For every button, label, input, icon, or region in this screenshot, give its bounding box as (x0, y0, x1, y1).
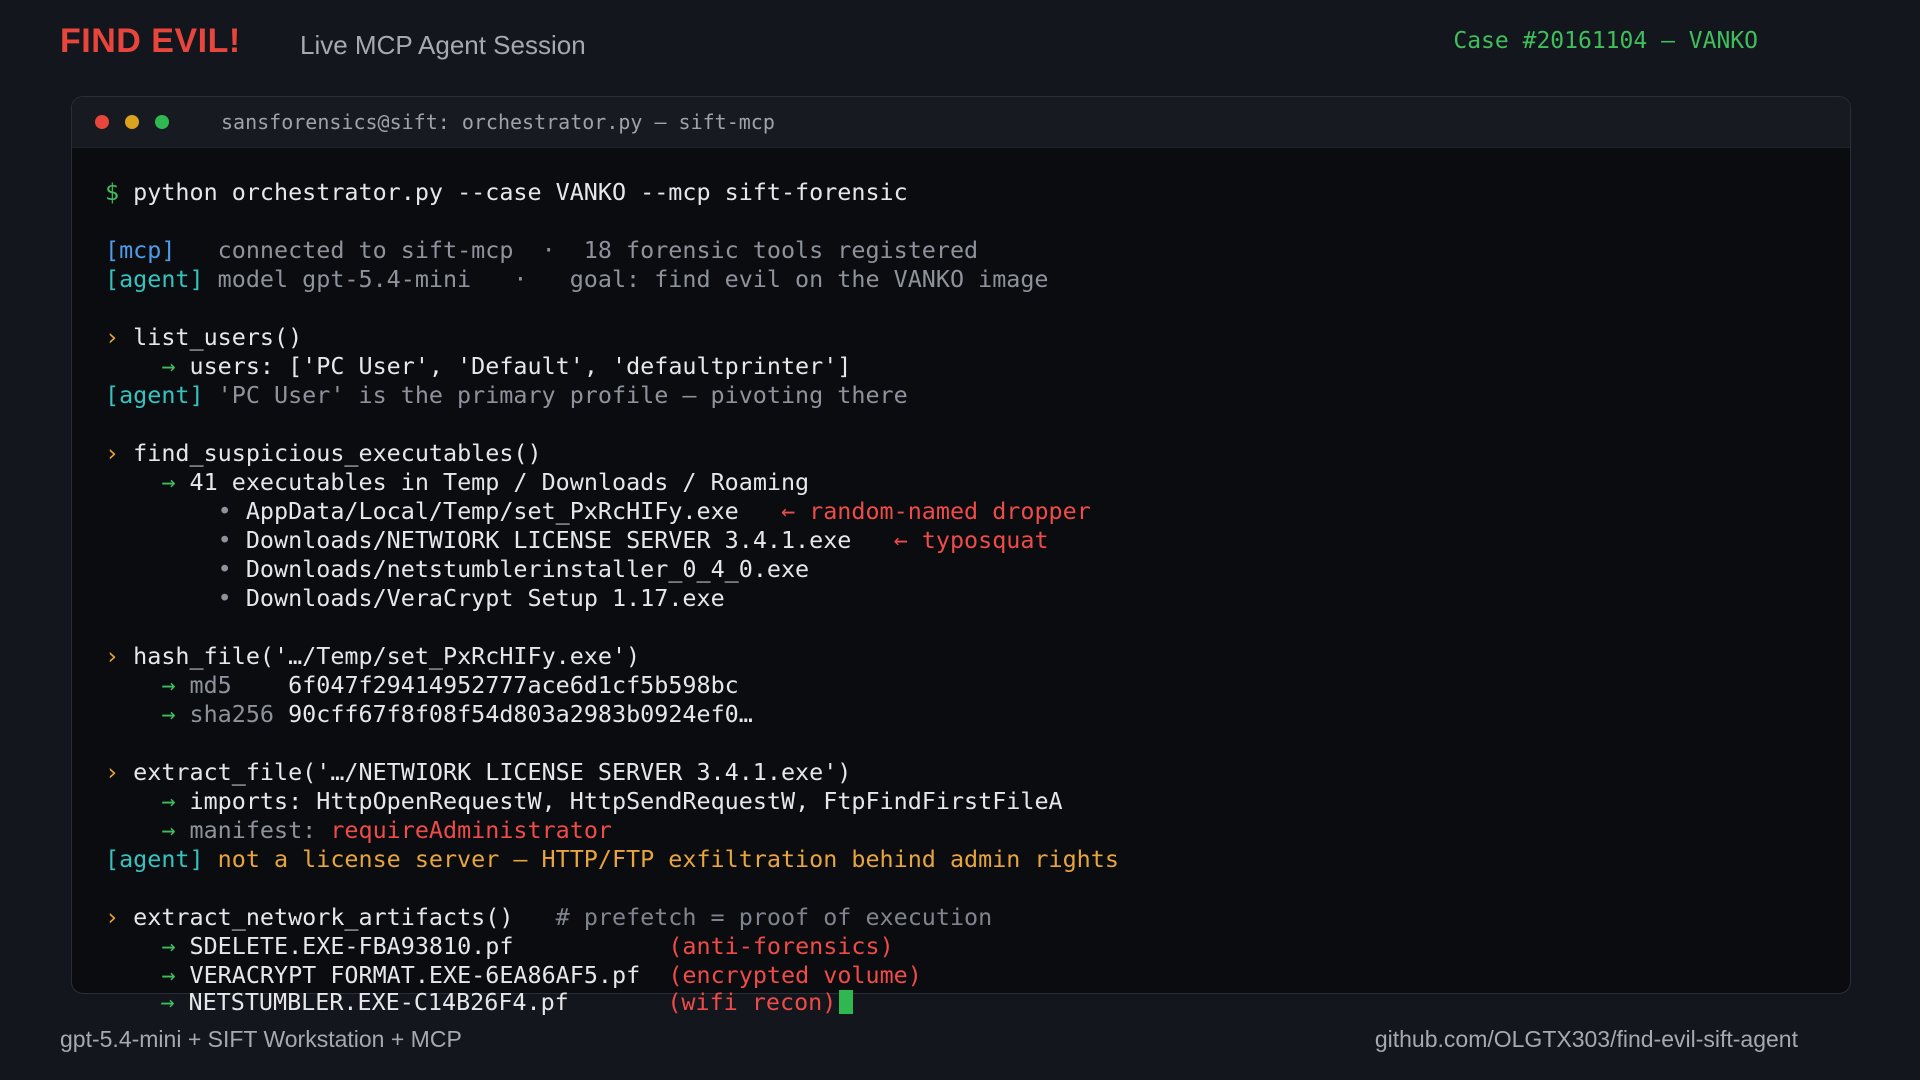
tool-call-line: › extract_network_artifacts() # prefetch… (105, 903, 1850, 932)
executable-path: Downloads/VeraCrypt Setup 1.17.exe (231, 584, 725, 612)
imports-line: → imports: HttpOpenRequestW, HttpSendReq… (105, 787, 1850, 816)
terminal-output: $ python orchestrator.py --case VANKO --… (72, 148, 1850, 990)
list-item: • Downloads/NETWIORK LICENSE SERVER 3.4.… (105, 526, 1850, 555)
imports-label: imports: (175, 787, 303, 815)
result-arrow: → (161, 352, 176, 380)
md5-value: 6f047f29414952777ace6d1cf5b598bc (231, 671, 739, 699)
tool-call-text: hash_file('…/Temp/set_PxRcHIFy.exe') (119, 642, 641, 670)
prefetch-note: (encrypted volume) (668, 961, 922, 989)
tool-call-text: extract_file('…/NETWIORK LICENSE SERVER … (119, 758, 852, 786)
list-item: • Downloads/VeraCrypt Setup 1.17.exe (105, 584, 1850, 613)
result-arrow: → (161, 816, 176, 844)
tool-result-text: users: ['PC User', 'Default', 'defaultpr… (175, 352, 852, 380)
sha256-label: sha256 (175, 700, 275, 728)
mcp-tag: [mcp] (105, 236, 176, 264)
executable-path: AppData/Local/Temp/set_PxRcHIFy.exe (231, 497, 739, 525)
tool-call-line: › find_suspicious_executables() (105, 439, 1850, 468)
footer-stack: gpt-5.4-mini + SIFT Workstation + MCP (60, 1026, 462, 1052)
tool-call-line: › hash_file('…/Temp/set_PxRcHIFy.exe') (105, 642, 1850, 671)
hash-md5-line: → md5 6f047f29414952777ace6d1cf5b598bc (105, 671, 1850, 700)
finding-note: ← typosquat (851, 526, 1049, 554)
command-text: python orchestrator.py --case VANKO --mc… (119, 178, 908, 206)
terminal-window[interactable]: sansforensics@sift: orchestrator.py — si… (71, 96, 1851, 994)
tool-call-line: › list_users() (105, 323, 1850, 352)
command-line: $ python orchestrator.py --case VANKO --… (105, 178, 1850, 207)
code-comment: # prefetch = proof of execution (513, 903, 993, 931)
case-label: Case #20161104 — VANKO (1453, 28, 1758, 54)
agent-note-text: not a license server — HTTP/FTP exfiltra… (203, 845, 1119, 873)
manifest-value: requireAdministrator (316, 816, 612, 844)
session-subtitle: Live MCP Agent Session (300, 30, 586, 60)
prefetch-note: (wifi recon) (667, 988, 837, 1016)
manifest-label: manifest: (175, 816, 317, 844)
tool-result-line: → users: ['PC User', 'Default', 'default… (105, 352, 1850, 381)
maximize-window-icon[interactable] (155, 115, 169, 129)
prefetch-file: NETSTUMBLER.EXE-C14B26F4.pf (174, 988, 668, 1016)
prefetch-file: VERACRYPT FORMAT.EXE-6EA86AF5.pf (175, 961, 669, 989)
bullet-icon: • (217, 555, 232, 583)
result-arrow: → (161, 961, 176, 989)
tool-result-line: → 41 executables in Temp / Downloads / R… (105, 468, 1850, 497)
tool-call-text: find_suspicious_executables() (119, 439, 542, 467)
close-window-icon[interactable] (95, 115, 109, 129)
prefetch-item: → SDELETE.EXE-FBA93810.pf (anti-forensic… (105, 932, 1850, 961)
prefetch-note: (anti-forensics) (668, 932, 894, 960)
agent-note-line: [agent] 'PC User' is the primary profile… (105, 381, 1850, 410)
call-marker: › (105, 758, 120, 786)
sha256-value: 90cff67f8f08f54d803a2983b0924ef0… (274, 700, 753, 728)
terminal-title: sansforensics@sift: orchestrator.py — si… (221, 110, 775, 134)
bullet-icon: • (217, 526, 232, 554)
agent-tag: [agent] (105, 265, 204, 293)
list-item: • Downloads/netstumblerinstaller_0_4_0.e… (105, 555, 1850, 584)
agent-note-line: [agent] not a license server — HTTP/FTP … (105, 845, 1850, 874)
bullet-icon: • (217, 497, 232, 525)
mcp-status-line: [mcp] connected to sift-mcp · 18 forensi… (105, 236, 1850, 265)
finding-note: ← random-named dropper (738, 497, 1091, 525)
prompt-symbol: $ (105, 178, 120, 206)
prefetch-item: → NETSTUMBLER.EXE-C14B26F4.pf (wifi reco… (104, 988, 854, 1017)
agent-tag: [agent] (105, 845, 204, 873)
call-marker: › (105, 642, 120, 670)
result-arrow: → (161, 932, 176, 960)
agent-model-text: model gpt-5.4-mini · goal: find evil on … (203, 265, 1049, 293)
repo-link[interactable]: github.com/OLGTX303/find-evil-sift-agent (1375, 1026, 1798, 1053)
result-arrow: → (160, 988, 175, 1016)
tool-call-text: list_users() (119, 323, 303, 351)
list-item: • AppData/Local/Temp/set_PxRcHIFy.exe ← … (105, 497, 1850, 526)
imports-value: HttpOpenRequestW, HttpSendRequestW, FtpF… (302, 787, 1063, 815)
terminal-cursor (839, 990, 854, 1014)
bullet-icon: • (217, 584, 232, 612)
result-arrow: → (161, 787, 176, 815)
result-arrow: → (161, 468, 176, 496)
tool-result-text: 41 executables in Temp / Downloads / Roa… (175, 468, 810, 496)
call-marker: › (105, 903, 120, 931)
md5-label: md5 (175, 671, 232, 699)
call-marker: › (105, 323, 120, 351)
executable-path: Downloads/NETWIORK LICENSE SERVER 3.4.1.… (231, 526, 852, 554)
result-arrow: → (161, 671, 176, 699)
agent-model-line: [agent] model gpt-5.4-mini · goal: find … (105, 265, 1850, 294)
prefetch-file: SDELETE.EXE-FBA93810.pf (175, 932, 669, 960)
agent-tag: [agent] (105, 381, 204, 409)
executable-path: Downloads/netstumblerinstaller_0_4_0.exe (231, 555, 810, 583)
agent-note-text: 'PC User' is the primary profile — pivot… (203, 381, 908, 409)
terminal-titlebar: sansforensics@sift: orchestrator.py — si… (72, 97, 1850, 148)
hash-sha256-line: → sha256 90cff67f8f08f54d803a2983b0924ef… (105, 700, 1850, 729)
minimize-window-icon[interactable] (125, 115, 139, 129)
tool-call-line: › extract_file('…/NETWIORK LICENSE SERVE… (105, 758, 1850, 787)
brand-title: FIND EVIL! (60, 22, 241, 60)
manifest-line: → manifest: requireAdministrator (105, 816, 1850, 845)
tool-call-text: extract_network_artifacts() (119, 903, 514, 931)
mcp-status-text: connected to sift-mcp · 18 forensic tool… (175, 236, 979, 264)
prefetch-item: → VERACRYPT FORMAT.EXE-6EA86AF5.pf (encr… (105, 961, 1850, 990)
call-marker: › (105, 439, 120, 467)
result-arrow: → (161, 700, 176, 728)
